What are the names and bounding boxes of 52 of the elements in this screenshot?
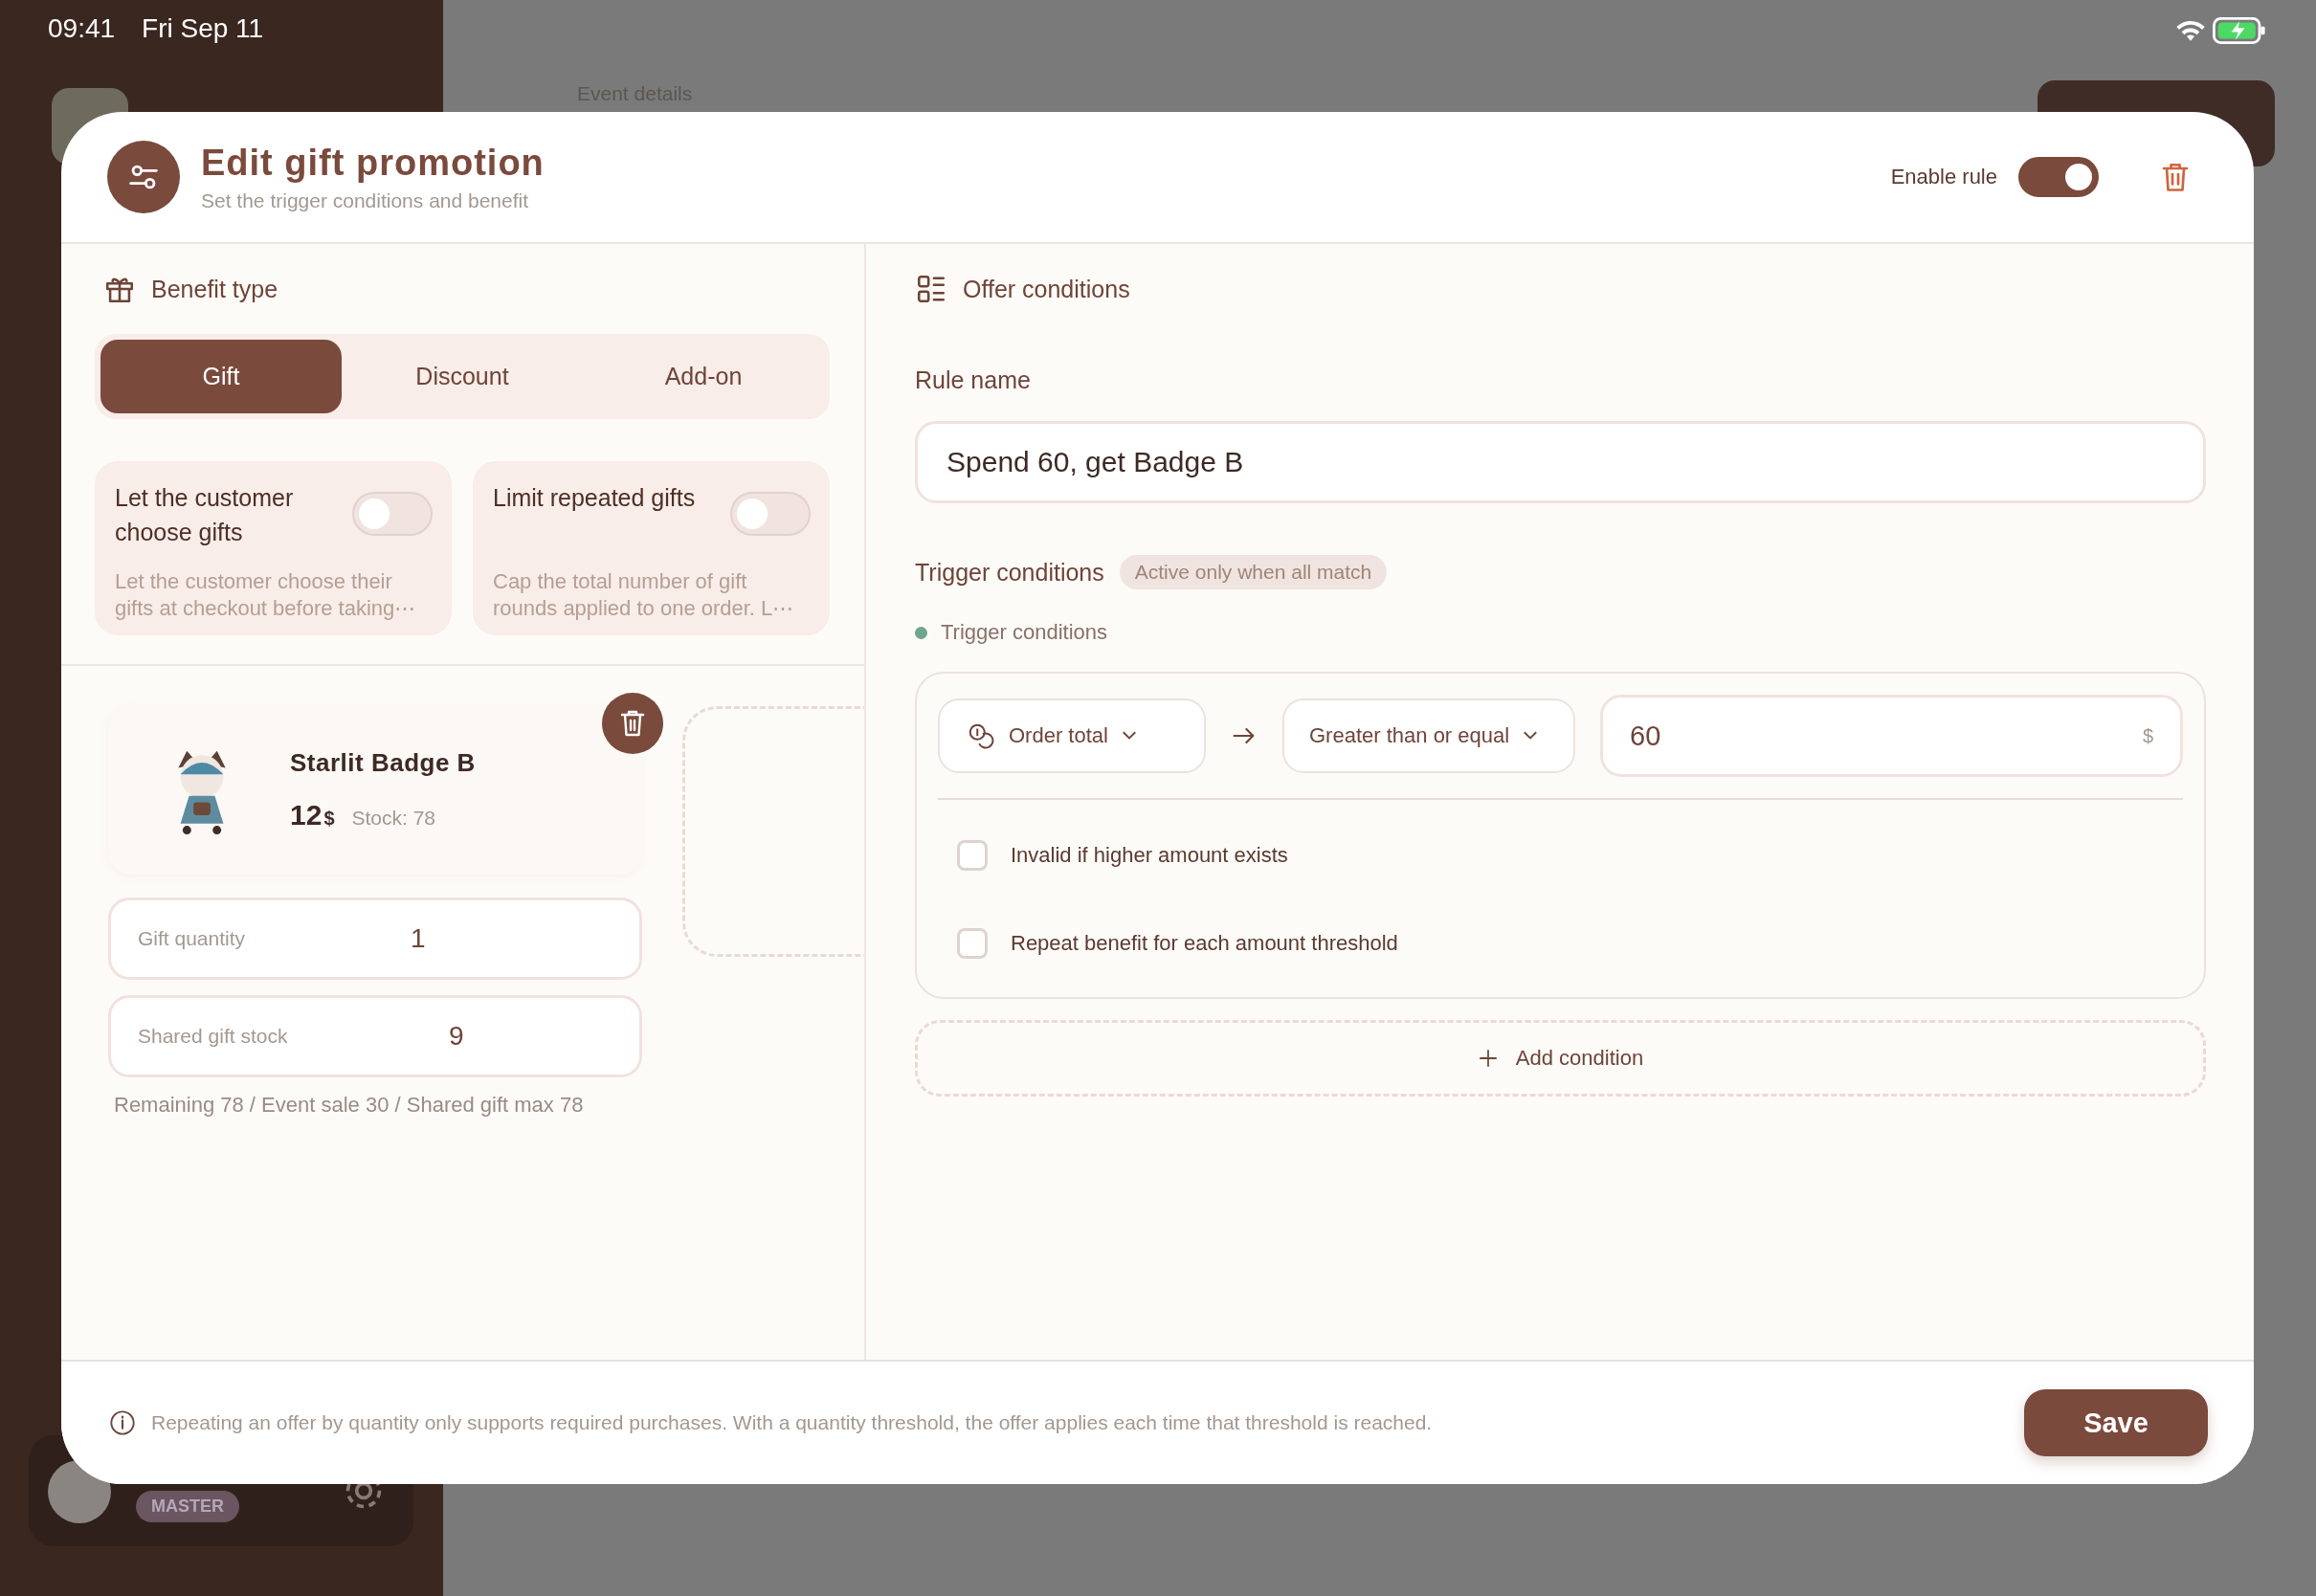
rule-name-label: Rule name: [915, 366, 1032, 394]
role-badge: MASTER: [136, 1491, 239, 1522]
chevron-down-icon: [1523, 731, 1539, 741]
chevron-down-icon: [1121, 731, 1137, 741]
gift-name: Starlit Badge B: [290, 747, 476, 778]
checkbox-label: Repeat benefit for each amount threshold: [1011, 931, 1398, 956]
option-title: Let the customer choose gifts: [115, 483, 295, 547]
option-switch[interactable]: [730, 492, 811, 536]
benefit-tab[interactable]: Discount: [342, 340, 583, 413]
footer-note: Repeating an offer by quantity only supports required purchases. With a quantity threshold, the offer applies each time that threshold is reached.: [151, 1411, 1434, 1434]
plus-icon: [1477, 1048, 1499, 1069]
list-icon: [915, 273, 947, 305]
operator-dropdown[interactable]: Greater than or equal: [1282, 698, 1575, 773]
number-field[interactable]: Gift quantity 1: [108, 898, 642, 980]
option-title: Limit repeated gifts: [493, 483, 696, 513]
option-switch[interactable]: [352, 492, 433, 536]
add-condition-button[interactable]: Add condition: [915, 1020, 2206, 1097]
benefit-tab[interactable]: Gift: [100, 340, 342, 413]
metric-dropdown[interactable]: Order total: [938, 698, 1206, 773]
stock-note: Remaining 78 / Event sale 30 / Shared gift max 78: [114, 1093, 585, 1118]
status-time: 09:41: [48, 13, 116, 44]
checkbox-label: Invalid if higher amount exists: [1011, 843, 1288, 868]
dialog-subtitle: Set the trigger conditions and benefit: [201, 188, 530, 212]
option-description: Let the customer choose their gifts at checkout before taking⋯: [115, 568, 417, 622]
save-button[interactable]: Save: [2024, 1389, 2208, 1456]
filter-icon: [107, 141, 180, 213]
group-label: Trigger conditions: [941, 620, 1108, 645]
status-dot: [915, 626, 927, 639]
currency-label: $: [323, 807, 335, 830]
enable-label: Enable rule: [1890, 165, 1997, 189]
delete-icon[interactable]: [602, 693, 663, 754]
checkbox[interactable]: [957, 928, 988, 959]
info-icon: [109, 1409, 136, 1436]
trigger-title: Trigger conditions: [915, 558, 1104, 587]
gift-price: 12: [290, 798, 323, 831]
match-badge: Active only when all match: [1119, 555, 1388, 589]
status-date: Fri Sep 11: [142, 13, 264, 44]
coins-icon: [967, 721, 995, 750]
checkbox[interactable]: [957, 840, 988, 871]
amount-field[interactable]: 60 $: [1600, 695, 2183, 777]
dialog-title: Edit gift promotion: [201, 142, 546, 184]
section-title: Benefit type: [151, 275, 278, 303]
empty-gift-slot[interactable]: [682, 706, 864, 957]
stock-label: Stock: 78: [351, 806, 436, 830]
rule-name-field[interactable]: Spend 60, get Badge B: [915, 421, 2206, 503]
section-title: Offer conditions: [963, 275, 1130, 303]
enable-switch[interactable]: [2018, 157, 2099, 197]
wifi-icon: [2175, 19, 2206, 42]
battery-icon: [2213, 17, 2266, 44]
option-description: Cap the total number of gift rounds applied to one order. L⋯: [493, 568, 795, 622]
benefit-tab[interactable]: Add-on: [583, 340, 824, 413]
number-field[interactable]: Shared gift stock 9: [108, 995, 642, 1077]
